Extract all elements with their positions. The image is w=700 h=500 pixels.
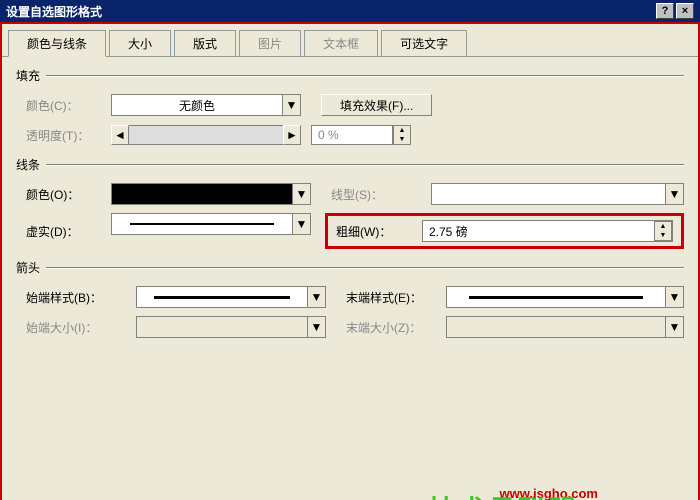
help-button[interactable]: ?	[656, 3, 674, 19]
spinner-down-icon[interactable]: ▼	[394, 135, 410, 144]
end-style-dropdown[interactable]: ▼	[446, 286, 684, 308]
slider-track[interactable]	[129, 125, 283, 145]
line-weight-input[interactable]	[423, 224, 654, 238]
tab-picture[interactable]: 图片	[239, 30, 301, 56]
line-group-label: 线条	[16, 156, 40, 173]
chevron-down-icon: ▼	[665, 317, 683, 337]
transparency-label: 透明度(T)：	[26, 127, 111, 144]
fill-color-value: 无颜色	[112, 97, 282, 114]
spinner-up-icon[interactable]: ▲	[394, 126, 410, 135]
line-weight-label: 粗细(W)：	[336, 223, 422, 240]
tab-layout[interactable]: 版式	[174, 30, 236, 56]
tab-size[interactable]: 大小	[109, 30, 171, 56]
watermark-brand: 技朮员联盟	[428, 489, 578, 500]
titlebar: 设置自选图形格式 ? ×	[0, 0, 700, 22]
chevron-down-icon: ▼	[292, 184, 310, 204]
line-style-label: 线型(S)：	[331, 186, 431, 203]
slider-right-icon[interactable]: ►	[283, 125, 301, 145]
divider	[46, 267, 684, 269]
spinner-buttons[interactable]: ▲ ▼	[393, 125, 411, 145]
fill-color-label: 颜色(C)：	[26, 97, 111, 114]
chevron-down-icon: ▼	[307, 317, 325, 337]
chevron-down-icon: ▼	[307, 287, 325, 307]
divider	[46, 164, 684, 166]
slider-left-icon[interactable]: ◄	[111, 125, 129, 145]
tab-strip: 颜色与线条 大小 版式 图片 文本框 可选文字	[2, 24, 698, 57]
end-style-preview	[447, 291, 665, 303]
line-weight-spinner[interactable]: ▲ ▼	[422, 220, 673, 242]
arrow-group: 箭头 始端样式(B)： ▼ 末端样式(E)： ▼ 始端大小(I)：	[16, 259, 684, 338]
tab-alttext[interactable]: 可选文字	[381, 30, 467, 56]
close-button[interactable]: ×	[676, 3, 694, 19]
chevron-down-icon: ▼	[665, 287, 683, 307]
begin-size-dropdown: ▼	[136, 316, 326, 338]
highlight-selected-tab-area: 颜色与线条 大小 版式 图片 文本框 可选文字 填充 颜色(C)： 无颜色 ▼ …	[0, 22, 700, 500]
end-size-label: 末端大小(Z)：	[346, 319, 446, 336]
transparency-spinner[interactable]: 0 % ▲ ▼	[311, 125, 411, 145]
transparency-value: 0 %	[311, 125, 393, 145]
fill-color-dropdown[interactable]: 无颜色 ▼	[111, 94, 301, 116]
line-dash-label: 虚实(D)：	[26, 213, 111, 249]
transparency-slider[interactable]: ◄ ►	[111, 125, 301, 145]
begin-style-dropdown[interactable]: ▼	[136, 286, 326, 308]
fill-effect-button[interactable]: 填充效果(F)...	[321, 94, 432, 116]
dialog-window: 设置自选图形格式 ? × 颜色与线条 大小 版式 图片 文本框 可选文字 填充 …	[0, 0, 700, 500]
arrow-group-label: 箭头	[16, 259, 40, 276]
chevron-down-icon: ▼	[282, 95, 300, 115]
divider	[46, 75, 684, 77]
highlight-weight-field: 粗细(W)： ▲ ▼	[325, 213, 684, 249]
line-style-dropdown[interactable]: ▼	[431, 183, 684, 205]
fill-group-label: 填充	[16, 67, 40, 84]
fill-group: 填充 颜色(C)： 无颜色 ▼ 填充效果(F)... 透明度(T)： ◄ ►	[16, 67, 684, 146]
spinner-up-icon[interactable]: ▲	[655, 222, 671, 231]
end-style-label: 末端样式(E)：	[346, 289, 446, 306]
chevron-down-icon: ▼	[665, 184, 683, 204]
begin-size-label: 始端大小(I)：	[26, 319, 136, 336]
line-color-label: 颜色(O)：	[26, 186, 111, 203]
tab-color-line[interactable]: 颜色与线条	[8, 30, 106, 57]
line-dash-dropdown[interactable]: ▼	[111, 213, 311, 235]
end-size-dropdown: ▼	[446, 316, 684, 338]
spinner-buttons[interactable]: ▲ ▼	[654, 221, 672, 241]
begin-style-preview	[137, 291, 307, 303]
window-title: 设置自选图形格式	[6, 3, 102, 20]
spinner-down-icon[interactable]: ▼	[655, 231, 671, 240]
begin-style-label: 始端样式(B)：	[26, 289, 136, 306]
tab-panel: 填充 颜色(C)： 无颜色 ▼ 填充效果(F)... 透明度(T)： ◄ ►	[2, 57, 698, 500]
line-dash-preview	[112, 218, 292, 230]
chevron-down-icon: ▼	[292, 214, 310, 234]
tab-textbox[interactable]: 文本框	[304, 30, 378, 56]
line-color-dropdown[interactable]: ▼	[111, 183, 311, 205]
line-group: 线条 颜色(O)： ▼ 线型(S)： ▼ 虚实(D)：	[16, 156, 684, 249]
window-controls: ? ×	[656, 3, 694, 19]
